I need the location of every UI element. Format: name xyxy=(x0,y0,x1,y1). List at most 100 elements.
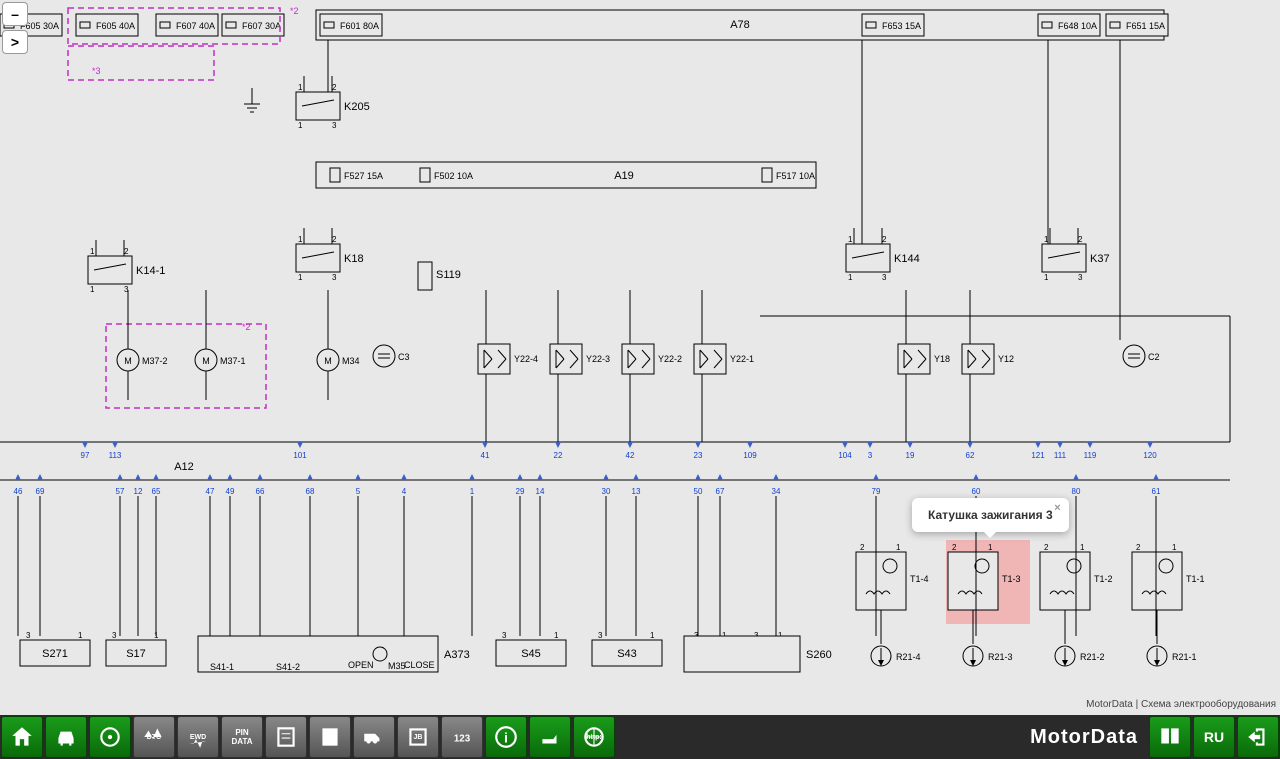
zoom-next-button[interactable]: > xyxy=(2,30,28,54)
tooltip-close-icon[interactable]: × xyxy=(1054,502,1060,514)
relay[interactable]: K14-11213 xyxy=(88,247,165,294)
toolbar-dtc-button[interactable]: DTC xyxy=(133,716,175,758)
motor[interactable]: MM37-1 xyxy=(195,349,246,371)
injector[interactable]: Y22-3 xyxy=(550,344,610,374)
injector[interactable]: Y22-2 xyxy=(622,344,682,374)
svg-text:5: 5 xyxy=(356,487,361,496)
svg-text:R21-2: R21-2 xyxy=(1080,652,1105,662)
toolbar-oil-button[interactable] xyxy=(529,716,571,758)
ignition-coil[interactable]: T1-1 2 1 xyxy=(1132,543,1205,610)
fuse[interactable]: F651 15A xyxy=(1106,14,1168,36)
relay[interactable]: K1441213 xyxy=(846,235,920,282)
svg-text:1: 1 xyxy=(896,543,901,552)
injector[interactable]: Y22-4 xyxy=(478,344,538,374)
toolbar-van-button[interactable] xyxy=(353,716,395,758)
svg-text:3: 3 xyxy=(1078,273,1083,282)
svg-text:2: 2 xyxy=(1136,543,1141,552)
fuse[interactable]: F648 10A xyxy=(1038,14,1100,36)
dashed-note-2: *2 xyxy=(290,6,299,16)
svg-text:3: 3 xyxy=(502,631,507,640)
svg-text:S41-1: S41-1 xyxy=(210,662,234,672)
mid-rail-a19 xyxy=(316,162,816,188)
svg-text:1: 1 xyxy=(1044,235,1049,244)
svg-text:1: 1 xyxy=(1172,543,1177,552)
svg-text:1: 1 xyxy=(1044,273,1049,282)
toolbar-ewd-button[interactable]: EWD xyxy=(177,716,219,758)
toolbar-pindata-button[interactable]: PINDATA xyxy=(221,716,263,758)
dashed-top2 xyxy=(68,46,214,80)
fuse[interactable]: F605 40A xyxy=(76,14,138,36)
toolbar-jb-button[interactable]: JB xyxy=(397,716,439,758)
svg-text:K37: K37 xyxy=(1090,253,1110,265)
svg-text:4: 4 xyxy=(402,487,407,496)
injector[interactable]: Y12 xyxy=(962,344,1014,374)
svg-text:79: 79 xyxy=(872,487,881,496)
svg-text:1: 1 xyxy=(298,235,303,244)
footer-caption: MotorData | Схема электрооборудования xyxy=(1086,699,1276,710)
svg-text:C2: C2 xyxy=(1148,352,1160,362)
toolbar-book-button[interactable] xyxy=(1149,716,1191,758)
svg-text:1: 1 xyxy=(298,121,303,130)
svg-text:OPEN: OPEN xyxy=(348,660,374,670)
svg-text:M: M xyxy=(124,356,132,366)
svg-text:F648 10A: F648 10A xyxy=(1058,21,1097,31)
svg-text:S271: S271 xyxy=(42,648,68,660)
motor[interactable]: MM34 xyxy=(317,349,360,371)
wiring-diagram[interactable]: A78 F605 30AF605 40AF607 40AF607 30AF601… xyxy=(0,0,1280,715)
toolbar-lang-button[interactable]: RU xyxy=(1193,716,1235,758)
svg-text:1: 1 xyxy=(1080,543,1085,552)
svg-text:123: 123 xyxy=(454,733,471,744)
svg-text:C3: C3 xyxy=(398,352,410,362)
svg-text:97: 97 xyxy=(81,451,90,460)
toolbar-home-button[interactable] xyxy=(1,716,43,758)
svg-text:42: 42 xyxy=(626,451,635,460)
svg-text:Y12: Y12 xyxy=(998,354,1014,364)
motor[interactable]: M M37-2 xyxy=(117,349,168,371)
svg-text:T1-1: T1-1 xyxy=(1186,574,1205,584)
toolbar-info-button[interactable]: i xyxy=(485,716,527,758)
svg-text:62: 62 xyxy=(966,451,975,460)
svg-text:M35: M35 xyxy=(388,661,406,671)
relay[interactable]: K181213 xyxy=(296,235,364,282)
svg-text:1: 1 xyxy=(848,235,853,244)
ignition-coil[interactable]: T1-421 xyxy=(856,543,929,610)
injector[interactable]: Y22-1 xyxy=(694,344,754,374)
bottom-toolbar: MotorData | Схема электрооборудования DT… xyxy=(0,715,1280,759)
fuse[interactable]: F653 15A xyxy=(862,14,924,36)
svg-text:2: 2 xyxy=(882,235,887,244)
svg-text:S260: S260 xyxy=(806,649,832,661)
toolbar-123-button[interactable]: 123 xyxy=(441,716,483,758)
fuse[interactable]: F607 30A xyxy=(222,14,284,36)
toolbar-exit-button[interactable] xyxy=(1237,716,1279,758)
svg-text:1: 1 xyxy=(470,487,475,496)
svg-text:60: 60 xyxy=(972,487,981,496)
dashed-note-3: *3 xyxy=(92,66,101,76)
svg-text:104: 104 xyxy=(838,451,852,460)
svg-text:113: 113 xyxy=(109,451,122,460)
svg-text:M: M xyxy=(202,356,210,366)
relay[interactable]: K37 1 2 1 3 xyxy=(1042,235,1110,282)
toolbar-scan-button[interactable] xyxy=(265,716,307,758)
toolbar-http-button[interactable]: http: xyxy=(573,716,615,758)
s260-outer xyxy=(684,636,800,672)
toolbar-wheel-button[interactable] xyxy=(89,716,131,758)
svg-text:1: 1 xyxy=(90,285,95,294)
svg-text:2: 2 xyxy=(1078,235,1083,244)
svg-text:12: 12 xyxy=(134,487,143,496)
svg-text:1: 1 xyxy=(988,543,993,552)
zoom-minus-button[interactable]: – xyxy=(2,2,28,26)
injector[interactable]: Y18 xyxy=(898,344,950,374)
svg-text:111: 111 xyxy=(1054,451,1067,460)
svg-text:1: 1 xyxy=(298,273,303,282)
svg-text:3: 3 xyxy=(882,273,887,282)
fuse[interactable]: F607 40A xyxy=(156,14,218,36)
svg-text:101: 101 xyxy=(293,451,307,460)
toolbar-car-button[interactable] xyxy=(45,716,87,758)
toolbar-tsb-button[interactable]: TSB xyxy=(309,716,351,758)
svg-text:R21-4: R21-4 xyxy=(896,652,921,662)
svg-text:K14-1: K14-1 xyxy=(136,265,165,277)
svg-text:34: 34 xyxy=(772,487,781,496)
svg-text:M37-2: M37-2 xyxy=(142,356,168,366)
relay[interactable]: K2051213 xyxy=(296,83,370,130)
fuse[interactable]: F601 80A xyxy=(320,14,382,36)
